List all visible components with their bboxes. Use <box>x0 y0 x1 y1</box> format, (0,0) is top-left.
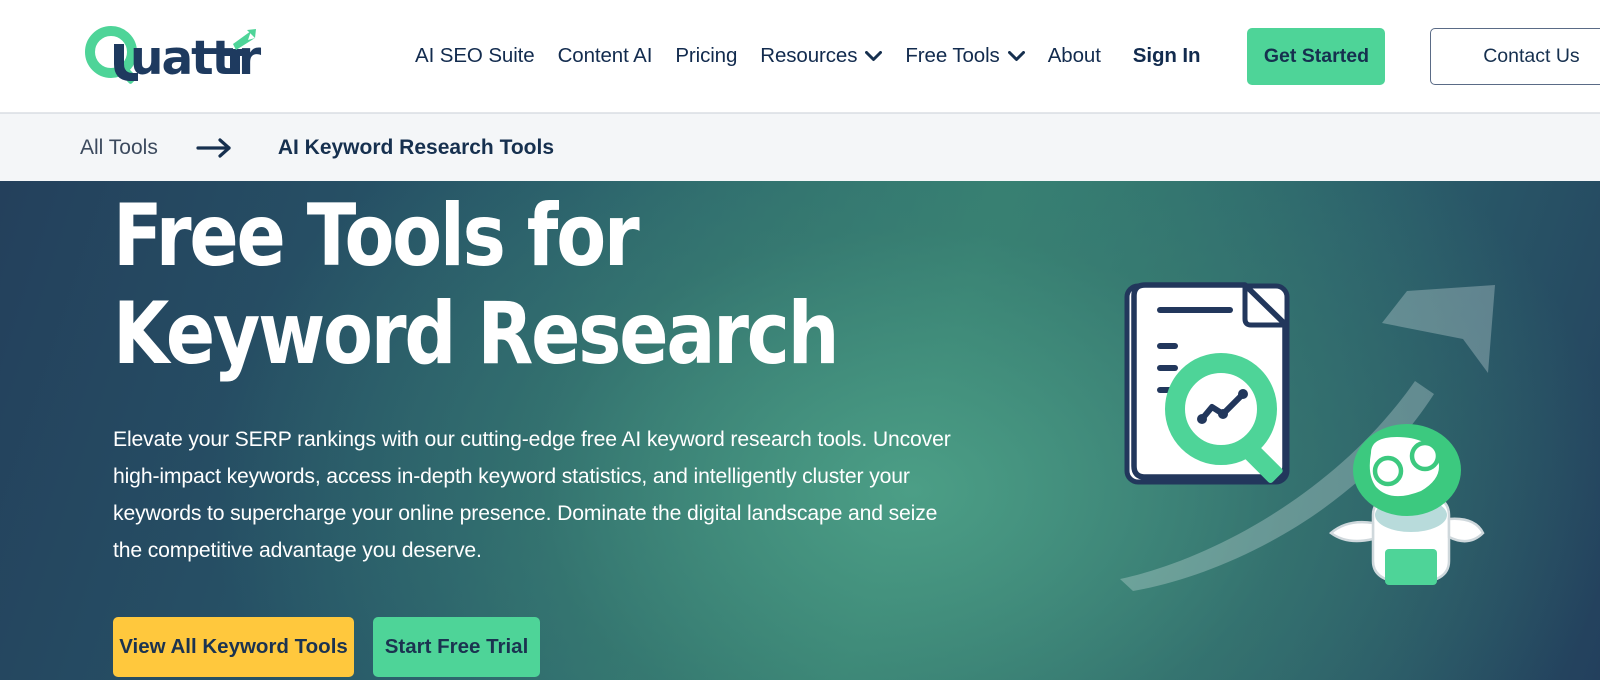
robot-mascot-icon <box>1329 424 1485 585</box>
get-started-label: Get Started <box>1263 44 1369 67</box>
hero-title-line-2: Keyword Research <box>113 284 839 384</box>
chevron-down-icon <box>1007 50 1025 61</box>
nav-item-free-tools[interactable]: Free Tools <box>905 44 1025 68</box>
page-title: Free Tools for Keyword Research <box>113 186 839 384</box>
sign-in-label: Sign In <box>1132 44 1201 67</box>
page-root: uatt r AI SEO Suite Content AI Pricing R… <box>0 0 1600 680</box>
hero-illustration <box>1085 261 1525 591</box>
nav-item-resources[interactable]: Resources <box>760 44 883 68</box>
breadcrumb-item-all-tools[interactable]: All Tools <box>80 136 158 160</box>
nav-item-ai-seo-suite[interactable]: AI SEO Suite <box>415 44 535 68</box>
breadcrumb: All Tools AI Keyword Research Tools <box>0 113 1600 181</box>
arrow-right-icon <box>196 137 236 159</box>
nav-item-content-ai[interactable]: Content AI <box>558 44 653 68</box>
hero-section: Free Tools for Keyword Research Elevate … <box>0 181 1600 680</box>
primary-nav: AI SEO Suite Content AI Pricing Resource… <box>415 27 1600 85</box>
breadcrumb-item-current: AI Keyword Research Tools <box>277 135 555 159</box>
brand-logo[interactable]: uatt r <box>80 24 275 88</box>
magnifier-logo-icon: uatt r <box>85 26 264 86</box>
nav-label: Content AI <box>557 44 653 67</box>
view-all-keyword-tools-button[interactable]: View All Keyword Tools <box>113 617 354 677</box>
nav-item-about[interactable]: About <box>1048 44 1101 68</box>
site-header: uatt r AI SEO Suite Content AI Pricing R… <box>0 0 1600 113</box>
nav-label: Resources <box>760 44 858 67</box>
chevron-down-icon <box>865 50 883 61</box>
nav-item-pricing[interactable]: Pricing <box>675 44 737 68</box>
svg-text:uatt: uatt <box>130 31 234 86</box>
nav-label: Pricing <box>675 44 738 67</box>
hero-description: Elevate your SERP rankings with our cutt… <box>113 427 951 562</box>
nav-label: About <box>1047 44 1101 67</box>
nav-label: AI SEO Suite <box>415 44 535 67</box>
cta-secondary-label: Start Free Trial <box>384 635 529 658</box>
nav-label: Free Tools <box>905 44 1000 67</box>
hero-cta-group: View All Keyword Tools Start Free Trial <box>113 617 540 677</box>
start-free-trial-button[interactable]: Start Free Trial <box>373 617 540 677</box>
hero-title-line-1: Free Tools for <box>113 186 640 286</box>
sign-in-link[interactable]: Sign In <box>1133 44 1201 68</box>
contact-us-label: Contact Us <box>1483 44 1580 67</box>
cta-primary-label: View All Keyword Tools <box>119 635 348 658</box>
get-started-button[interactable]: Get Started <box>1247 27 1386 85</box>
contact-us-button[interactable]: Contact Us <box>1430 27 1600 85</box>
